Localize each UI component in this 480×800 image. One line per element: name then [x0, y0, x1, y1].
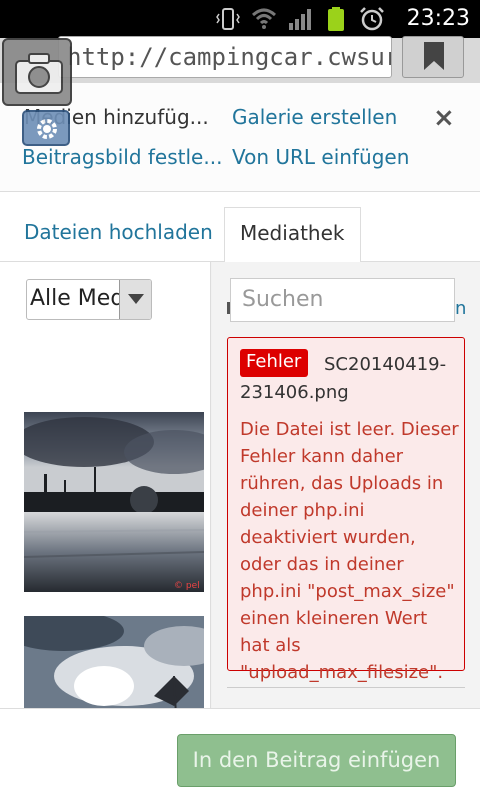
- status-bar: 23:23: [0, 0, 480, 38]
- signal-icon: [289, 9, 311, 30]
- filter-dropdown-button[interactable]: [119, 280, 151, 319]
- attachment-details-panel: Suchen n SC20140419-231406.png Fehler Di…: [212, 262, 480, 708]
- close-icon[interactable]: ×: [433, 103, 455, 133]
- battery-icon: [328, 7, 344, 31]
- screenshot-button[interactable]: [2, 38, 72, 106]
- tab-upload-files[interactable]: Dateien hochladen: [24, 220, 213, 244]
- attachments-panel: Alle Med © pel: [0, 262, 211, 708]
- clock: 23:23: [406, 6, 470, 31]
- upload-error-box: SC20140419-231406.png Fehler Die Datei i…: [227, 337, 465, 683]
- error-badge: Fehler: [240, 349, 308, 377]
- search-input[interactable]: Suchen: [230, 278, 455, 322]
- gear-icon: [37, 119, 57, 139]
- harbor-photo: © pel: [24, 412, 204, 592]
- insert-into-post-button[interactable]: In den Beitrag einfügen: [177, 734, 456, 787]
- menu-insert-from-url[interactable]: Von URL einfügen: [232, 145, 409, 169]
- bookmark-button[interactable]: [402, 36, 464, 78]
- tab-media-library[interactable]: Mediathek: [224, 207, 361, 263]
- status-icons: [215, 6, 385, 32]
- filter-value: Alle Med: [30, 286, 125, 311]
- url-field[interactable]: http://campingcar.cwsur...: [58, 36, 392, 78]
- media-filter-select[interactable]: Alle Med: [26, 279, 152, 320]
- camera-icon: [15, 53, 63, 94]
- media-thumbnail[interactable]: © pel: [24, 412, 204, 592]
- svg-text:© pel: © pel: [174, 581, 200, 591]
- media-tabs: Dateien hochladen Mediathek: [0, 192, 480, 263]
- vibrate-icon: [216, 8, 240, 30]
- overlay-settings-button[interactable]: [22, 110, 70, 146]
- media-modal-footer: In den Beitrag einfügen: [0, 708, 480, 800]
- menu-create-gallery[interactable]: Galerie erstellen: [232, 105, 397, 129]
- search-label-peek: n: [455, 298, 467, 319]
- menu-set-featured-image[interactable]: Beitragsbild festle...: [22, 145, 222, 169]
- browser-url-bar: http://campingcar.cwsur...: [0, 36, 480, 83]
- error-message: Die Datei ist leer. Dieser Fehler kann d…: [240, 419, 459, 683]
- clouds-photo: [24, 616, 204, 708]
- media-thumbnail[interactable]: [24, 616, 204, 708]
- divider: [227, 687, 465, 688]
- media-modal-header: Medien hinzufüg... Galerie erstellen Bei…: [0, 83, 480, 192]
- bookmark-icon: [424, 42, 444, 70]
- alarm-icon: [360, 7, 384, 31]
- screenshot-overlay-widget: [2, 38, 72, 146]
- chevron-down-icon: [128, 294, 144, 304]
- wifi-icon: [251, 8, 277, 29]
